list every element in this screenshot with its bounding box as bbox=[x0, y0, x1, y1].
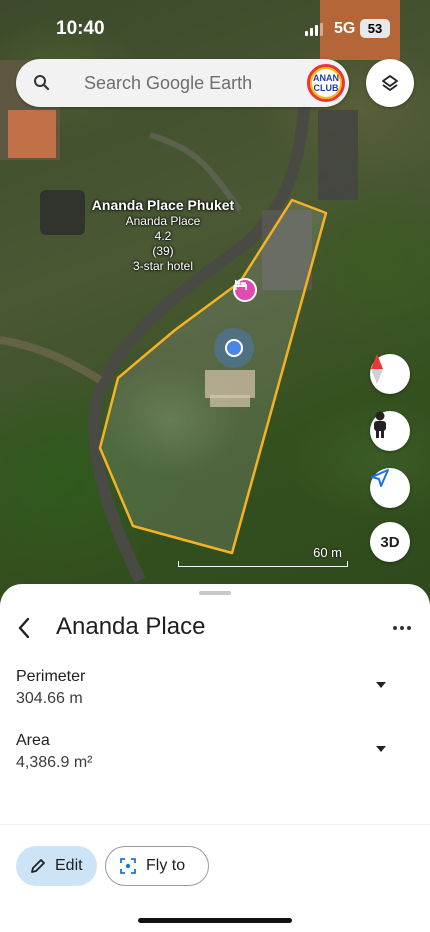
compass-icon bbox=[371, 354, 383, 384]
edit-button[interactable]: Edit bbox=[16, 846, 97, 886]
search-icon[interactable] bbox=[33, 74, 51, 92]
chevron-down-icon[interactable] bbox=[376, 682, 386, 688]
map-scale: 60 m bbox=[178, 545, 348, 567]
compass-button[interactable] bbox=[370, 354, 410, 394]
place-rating: 4.2 bbox=[154, 229, 172, 243]
layers-icon bbox=[382, 75, 398, 91]
hotel-pin[interactable] bbox=[233, 278, 257, 302]
avatar[interactable]: ANAN CLUB bbox=[307, 64, 345, 102]
sheet-title: Ananda Place bbox=[56, 613, 206, 640]
place-category: 3-star hotel bbox=[132, 259, 194, 273]
area-value: 4,386.9 m² bbox=[16, 754, 93, 771]
status-time: 10:40 bbox=[56, 18, 105, 39]
network-type: 5G bbox=[334, 20, 356, 37]
search-bar[interactable]: Search Google Earth bbox=[16, 59, 349, 107]
perimeter-label: Perimeter bbox=[16, 668, 86, 685]
hotel-icon bbox=[235, 280, 247, 290]
search-input[interactable]: Search Google Earth bbox=[84, 73, 252, 94]
place-reviews: (39) bbox=[152, 244, 174, 258]
more-vert-icon bbox=[393, 626, 411, 630]
scale-label: 60 m bbox=[313, 545, 342, 560]
layers-button[interactable] bbox=[366, 59, 414, 107]
drag-handle[interactable] bbox=[199, 591, 231, 595]
scale-bar bbox=[178, 561, 348, 567]
avatar-text-line1: ANAN bbox=[313, 73, 339, 83]
status-bar: 10:40 5G 53 bbox=[0, 0, 430, 56]
3d-toggle-button[interactable]: 3D bbox=[370, 522, 410, 562]
place-label[interactable]: Ananda Place Phuket Ananda Place 4.2 (39… bbox=[60, 198, 266, 274]
my-location-button[interactable] bbox=[370, 468, 410, 508]
signal-icon bbox=[305, 23, 323, 36]
chevron-down-icon[interactable] bbox=[376, 746, 386, 752]
battery-icon: 53 bbox=[360, 19, 390, 38]
perimeter-value: 304.66 m bbox=[16, 690, 83, 707]
my-location-icon bbox=[371, 469, 389, 487]
more-options-button[interactable] bbox=[388, 620, 416, 636]
fly-to-label: Fly to bbox=[146, 857, 186, 874]
pencil-icon bbox=[31, 859, 45, 873]
home-indicator[interactable] bbox=[138, 918, 292, 923]
back-arrow-icon bbox=[18, 617, 30, 639]
avatar-text-line2: CLUB bbox=[313, 83, 339, 93]
place-name: Ananda Place Phuket bbox=[91, 197, 235, 213]
place-subtitle: Ananda Place bbox=[125, 214, 201, 228]
perimeter-row[interactable]: Perimeter 304.66 m bbox=[16, 668, 414, 718]
edit-label: Edit bbox=[55, 857, 83, 874]
current-location-marker bbox=[214, 328, 254, 368]
divider bbox=[0, 824, 430, 825]
measurement-sheet: Ananda Place Perimeter 304.66 m Area 4,3… bbox=[0, 584, 430, 932]
area-label: Area bbox=[16, 732, 50, 749]
pegman-icon bbox=[374, 411, 386, 438]
area-row[interactable]: Area 4,386.9 m² bbox=[16, 732, 414, 782]
fly-to-icon bbox=[120, 858, 136, 874]
street-view-button[interactable] bbox=[370, 411, 410, 451]
back-button[interactable] bbox=[12, 614, 36, 642]
fly-to-button[interactable]: Fly to bbox=[105, 846, 209, 886]
